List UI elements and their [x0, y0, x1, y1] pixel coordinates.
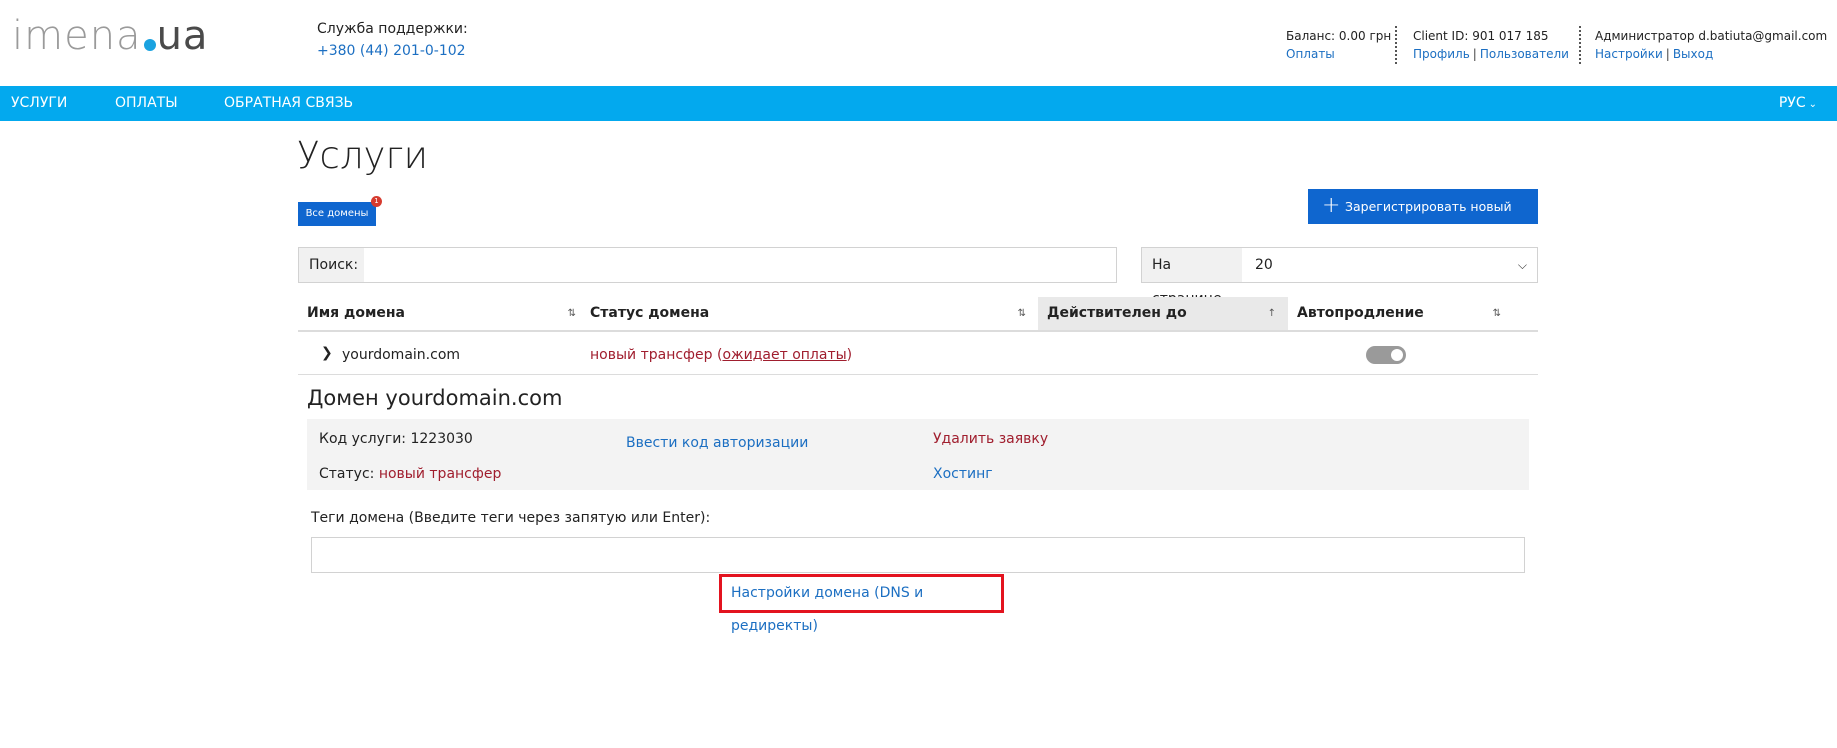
page-title: Услуги	[297, 134, 428, 177]
client-id-text: Client ID: 901 017 185	[1413, 29, 1549, 43]
tags-input[interactable]	[311, 537, 1525, 573]
per-page-value: 20	[1255, 257, 1273, 273]
column-header-label: Имя домена	[307, 305, 406, 321]
count-badge: 1	[371, 196, 382, 207]
hosting-link[interactable]: Хостинг	[933, 466, 993, 482]
dns-settings-highlight: Настройки домена (DNS и редиректы)	[719, 574, 1004, 634]
language-selector[interactable]: РУС ⌄	[1779, 86, 1817, 121]
balance-block: Баланс: 0.00 грн Оплаты	[1286, 27, 1391, 63]
search-label: Поиск:	[299, 248, 364, 282]
logo[interactable]: imena ua	[12, 14, 208, 58]
language-label: РУС	[1778, 95, 1806, 111]
toggle-knob	[1391, 349, 1403, 361]
header: imena ua Служба поддержки: +380 (44) 201-…	[0, 0, 1837, 86]
header-divider	[1579, 26, 1581, 64]
support-label: Служба поддержки:	[317, 21, 468, 37]
service-code: Код услуги: 1223030	[319, 430, 473, 448]
enter-auth-code-link[interactable]: Ввести код авторизации	[626, 435, 808, 451]
chevron-down-icon: ⌵	[1517, 258, 1527, 272]
profile-link[interactable]: Профиль	[1413, 47, 1470, 61]
per-page-label: На странице	[1142, 248, 1242, 307]
domain-detail-panel: Код услуги: 1223030 Статус: новый трансф…	[307, 419, 1529, 490]
nav-item-payments[interactable]: ОПЛАТЫ	[115, 86, 178, 121]
chevron-down-icon[interactable]: ❯	[321, 344, 333, 361]
admin-text: Администратор d.batiuta@gmail.com	[1595, 29, 1828, 43]
status-value: новый трансфер	[378, 466, 502, 482]
register-domain-button[interactable]: + Зарегистрировать новый домен	[1308, 189, 1538, 249]
status-text: новый трансфер (	[590, 347, 723, 363]
domain-detail-title: Домен yourdomain.com	[307, 386, 563, 410]
column-header-domain-name[interactable]: Имя домена ⇅	[298, 297, 588, 330]
sort-icon: ⇅	[567, 308, 576, 319]
users-link[interactable]: Пользователи	[1480, 47, 1569, 61]
autorenew-toggle[interactable]	[1366, 346, 1406, 364]
balance-text: Баланс: 0.00 грн	[1286, 29, 1392, 43]
main-nav: УСЛУГИ ОПЛАТЫ ОБРАТНАЯ СВЯЗЬ РУС ⌄	[0, 86, 1837, 121]
support-block: Служба поддержки: +380 (44) 201-0-102	[317, 20, 468, 61]
delete-request-link[interactable]: Удалить заявку	[933, 431, 1048, 447]
hosting-link-wrap: Хостинг	[933, 465, 993, 483]
domain-name: yourdomain.com	[342, 347, 461, 363]
logout-link[interactable]: Выход	[1673, 47, 1713, 61]
per-page-select[interactable]: На странице 20 ⌵	[1141, 247, 1538, 307]
header-divider	[1395, 26, 1397, 64]
domain-status: новый трансфер (ожидает оплаты)	[590, 336, 852, 374]
nav-item-services[interactable]: УСЛУГИ	[11, 86, 67, 121]
delete-request-link-wrap: Удалить заявку	[933, 430, 1048, 448]
all-domains-label: Все домены	[305, 208, 369, 219]
sort-icon: ⇅	[1492, 308, 1501, 319]
sort-ascending-icon: ↑	[1267, 308, 1276, 319]
link-separator: |	[1665, 47, 1670, 61]
settings-link[interactable]: Настройки	[1595, 47, 1663, 61]
logo-tld: ua	[156, 13, 209, 59]
nav-item-feedback[interactable]: ОБРАТНАЯ СВЯЗЬ	[224, 86, 353, 121]
service-code-label: Код услуги:	[319, 431, 407, 447]
awaiting-payment-link[interactable]: ожидает оплаты	[722, 347, 846, 363]
admin-block: Администратор d.batiuta@gmail.com Настро…	[1595, 27, 1827, 63]
chevron-down-icon: ⌄	[1808, 99, 1817, 110]
logo-dot-icon	[143, 39, 156, 51]
search-input[interactable]	[365, 248, 1115, 282]
column-header-label: Статус домена	[590, 305, 710, 321]
all-domains-button[interactable]: Все домены 1	[298, 196, 382, 226]
plus-icon: +	[1322, 193, 1341, 218]
support-phone-link[interactable]: +380 (44) 201-0-102	[317, 41, 468, 61]
dns-settings-link[interactable]: Настройки домена (DNS и редиректы)	[731, 577, 1001, 643]
column-header-valid-until[interactable]: Действителен до ↑	[1038, 297, 1288, 330]
logo-word: imena	[12, 13, 142, 59]
service-code-value: 1223030	[410, 431, 473, 447]
sort-icon: ⇅	[1017, 308, 1026, 319]
column-header-autorenew[interactable]: Автопродление ⇅	[1288, 297, 1513, 330]
status-line: Статус: новый трансфер	[319, 465, 501, 483]
payments-link[interactable]: Оплаты	[1286, 47, 1335, 61]
table-header: Имя домена ⇅ Статус домена ⇅ Действителе…	[298, 297, 1538, 332]
column-header-domain-status[interactable]: Статус домена ⇅	[581, 297, 1038, 330]
status-label: Статус:	[319, 466, 375, 482]
client-block: Client ID: 901 017 185 Профиль | Пользоват…	[1413, 27, 1569, 63]
column-header-label: Действителен до	[1047, 305, 1187, 321]
search-field: Поиск:	[298, 247, 1117, 283]
tags-label: Теги домена (Введите теги через запятую …	[311, 510, 711, 526]
column-header-label: Автопродление	[1297, 305, 1424, 321]
table-row: ❯ yourdomain.com новый трансфер (ожидает…	[298, 336, 1538, 375]
auth-code-link-wrap: Ввести код авторизации	[626, 434, 808, 452]
link-separator: |	[1472, 47, 1477, 61]
status-text: )	[846, 347, 853, 363]
